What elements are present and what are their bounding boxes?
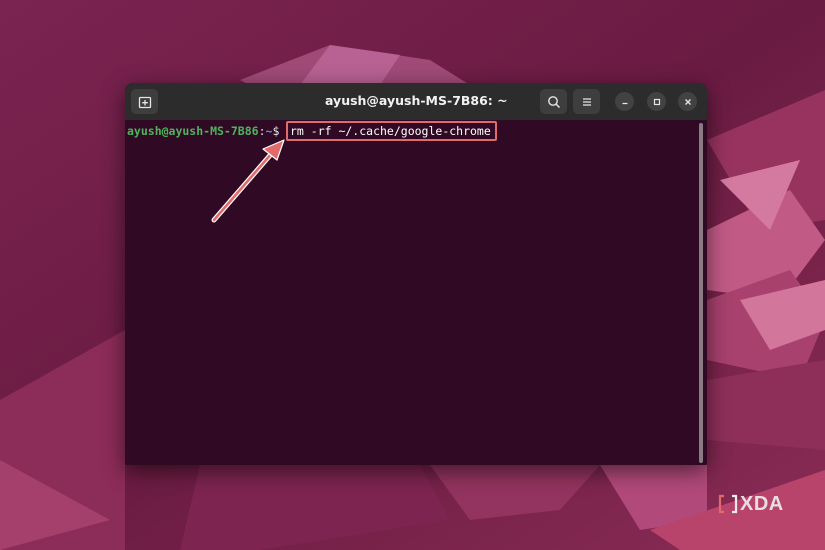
prompt-symbol: $ bbox=[272, 124, 280, 138]
prompt-user: ayush@ayush-MS-7B86 bbox=[127, 124, 259, 138]
minimize-button[interactable] bbox=[615, 92, 634, 111]
hamburger-menu-icon bbox=[582, 97, 591, 106]
terminal-scrollbar[interactable] bbox=[699, 123, 703, 463]
new-tab-button[interactable] bbox=[131, 89, 158, 114]
terminal-area[interactable]: ayush@ayush-MS-7B86:~$ rm -rf ~/.cache/g… bbox=[125, 120, 707, 465]
xda-watermark: XDA bbox=[718, 492, 784, 516]
terminal-command: rm -rf ~/.cache/google-chrome bbox=[290, 124, 491, 138]
minimize-icon bbox=[622, 102, 627, 104]
search-button[interactable] bbox=[540, 89, 567, 114]
prompt-colon: : bbox=[258, 124, 266, 138]
prompt-line: ayush@ayush-MS-7B86:~$ bbox=[127, 123, 279, 139]
close-icon bbox=[684, 98, 691, 105]
window-title: ayush@ayush-MS-7B86: ~ bbox=[325, 93, 508, 108]
xda-brand-text: XDA bbox=[740, 492, 784, 515]
search-icon bbox=[547, 95, 560, 108]
maximize-button[interactable] bbox=[647, 92, 666, 111]
maximize-icon bbox=[653, 98, 660, 105]
xda-logo-icon bbox=[718, 494, 738, 514]
window-titlebar[interactable]: ayush@ayush-MS-7B86: ~ bbox=[125, 83, 707, 120]
menu-button[interactable] bbox=[573, 89, 600, 114]
terminal-window: ayush@ayush-MS-7B86: ~ ayush@ayush-MS-7B… bbox=[125, 83, 707, 465]
close-button[interactable] bbox=[678, 92, 697, 111]
new-tab-icon bbox=[138, 96, 151, 108]
